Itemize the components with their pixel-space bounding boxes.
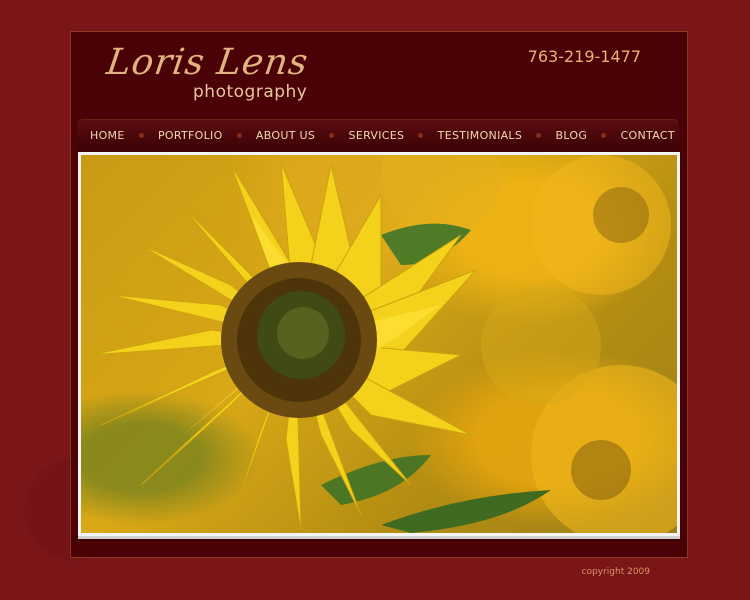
nav-separator-dot [138,133,144,138]
nav-item-contact[interactable]: CONTACT [621,129,675,142]
nav-item-about-us[interactable]: ABOUT US [256,129,315,142]
nav-separator-dot [601,133,607,138]
nav-separator-dot [236,133,242,138]
hero-sunflower-image [81,155,677,533]
nav-item-services[interactable]: SERVICES [349,129,405,142]
site-container: Loris Lens photography 763-219-1477 HOME… [70,31,688,558]
nav-item-testimonials[interactable]: TESTIMONIALS [438,129,522,142]
nav-item-home[interactable]: HOME [90,129,125,142]
nav-item-blog[interactable]: BLOG [556,129,588,142]
hero-photo-frame [78,152,680,536]
logo-script[interactable]: Loris Lens [104,42,311,83]
nav-item-portfolio[interactable]: PORTFOLIO [158,129,223,142]
nav-separator-dot [536,133,542,138]
logo-subtitle[interactable]: photography [193,82,307,102]
nav-separator-dot [329,133,335,138]
sunflower-illustration [90,155,677,533]
phone-number: 763-219-1477 [527,47,641,66]
main-nav: HOME PORTFOLIO ABOUT US SERVICES TESTIMO… [77,119,679,151]
copyright-notice: copyright 2009 [581,567,650,577]
nav-separator-dot [418,133,424,138]
